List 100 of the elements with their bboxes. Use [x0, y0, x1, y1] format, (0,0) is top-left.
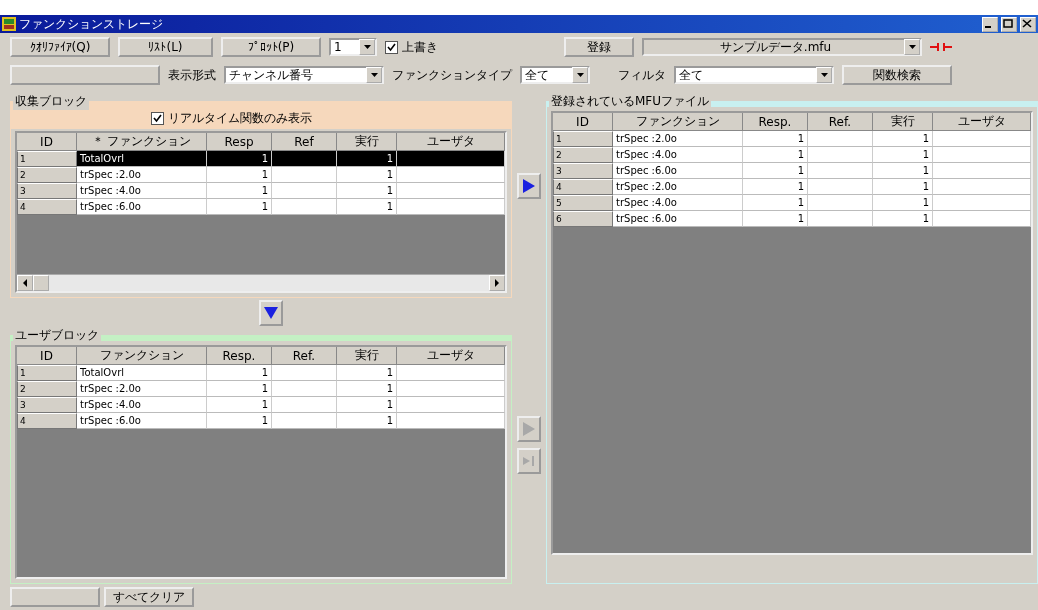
table-cell	[272, 167, 337, 183]
toolbar-button[interactable]: ｸｵﾘﾌｧｲｱ(Q)	[10, 37, 110, 57]
row-header[interactable]: 1	[17, 151, 77, 167]
minimize-button[interactable]	[982, 16, 998, 32]
close-button[interactable]	[1020, 16, 1036, 32]
table-cell	[808, 163, 873, 179]
row-header[interactable]: 3	[17, 397, 77, 413]
row-header[interactable]: 2	[17, 381, 77, 397]
row-header[interactable]: 5	[553, 195, 613, 211]
column-header[interactable]: ユーザタ	[933, 113, 1031, 131]
function-type-select[interactable]: 全て	[520, 66, 590, 84]
row-header[interactable]: 1	[17, 365, 77, 381]
dropdown-arrow-icon[interactable]	[576, 73, 584, 77]
row-header[interactable]: 3	[17, 183, 77, 199]
table-cell: 1	[743, 163, 808, 179]
panel-title: 登録されているMFUファイル	[549, 93, 712, 110]
column-header[interactable]: ID	[553, 113, 613, 131]
maximize-icon	[1002, 17, 1014, 29]
table-cell	[272, 183, 337, 199]
dropdown-arrow-icon[interactable]	[370, 73, 378, 77]
column-header[interactable]: ID	[17, 133, 77, 151]
table-cell: 1	[337, 381, 397, 397]
table-cell	[272, 199, 337, 215]
toolbar-button[interactable]: ﾌﾟﾛｯﾄ(P)	[221, 37, 321, 57]
right-arrow-icon	[523, 179, 535, 193]
table-cell: 1	[743, 211, 808, 227]
table-cell: trSpec :4.0o	[613, 147, 743, 163]
row-header[interactable]: 4	[17, 199, 77, 215]
dropdown-arrow-icon[interactable]	[363, 45, 371, 49]
minimize-icon	[985, 25, 991, 28]
table-cell: trSpec :6.0o	[77, 199, 207, 215]
row-header[interactable]: 4	[17, 413, 77, 429]
table-cell: 1	[207, 365, 272, 381]
column-header[interactable]: Ref.	[808, 113, 873, 131]
plot-number-select[interactable]: 1	[329, 38, 377, 56]
table-cell: 1	[873, 195, 933, 211]
table-cell	[808, 211, 873, 227]
search-button[interactable]: 関数検索	[842, 65, 952, 85]
checkbox[interactable]	[151, 111, 164, 125]
column-header[interactable]: ファンクション	[613, 113, 743, 131]
table-cell	[272, 397, 337, 413]
move-down-button[interactable]	[259, 299, 283, 326]
column-header[interactable]: 実行	[337, 347, 397, 365]
column-header[interactable]: ユーザタ	[397, 133, 505, 151]
transfer-button[interactable]	[517, 173, 541, 199]
column-header[interactable]: Resp.	[207, 347, 272, 365]
row-header[interactable]: 4	[553, 179, 613, 195]
table-cell: trSpec :6.0o	[77, 413, 207, 429]
scroll-thumb[interactable]	[33, 275, 49, 291]
table-cell: 1	[873, 131, 933, 147]
table-cell: 1	[207, 151, 272, 167]
panel-title: ユーザブロック	[13, 327, 101, 344]
row-header[interactable]: 3	[553, 163, 613, 179]
clear-all-button[interactable]: すべてクリア	[104, 587, 194, 607]
table-cell: 1	[743, 195, 808, 211]
table-cell	[808, 195, 873, 211]
column-header[interactable]: 実行	[337, 133, 397, 151]
table-cell: 1	[337, 167, 397, 183]
checkbox-label: 上書き	[402, 38, 438, 56]
display-format-select[interactable]: チャンネル番号	[224, 66, 384, 84]
column-header[interactable]: Resp	[207, 133, 272, 151]
left-arrow-icon[interactable]	[22, 279, 28, 287]
table-cell: 1	[207, 413, 272, 429]
table-cell: 1	[873, 163, 933, 179]
table-cell: 1	[207, 199, 272, 215]
arrow-to-bar-icon	[523, 455, 535, 467]
column-header[interactable]: ID	[17, 347, 77, 365]
row-header[interactable]: 2	[17, 167, 77, 183]
row-header[interactable]: 1	[553, 131, 613, 147]
table-cell: trSpec :4.0o	[77, 397, 207, 413]
close-icon	[1021, 17, 1033, 29]
plug-icon[interactable]	[930, 42, 952, 52]
column-header[interactable]: Ref	[272, 133, 337, 151]
column-header[interactable]: Ref.	[272, 347, 337, 365]
right-arrow-icon[interactable]	[494, 279, 500, 287]
table-cell: 1	[207, 397, 272, 413]
table-cell: 1	[873, 179, 933, 195]
table-cell: 1	[337, 365, 397, 381]
column-header[interactable]: ＊ ファンクション	[77, 133, 207, 151]
dropdown-arrow-icon[interactable]	[908, 45, 916, 49]
maximize-button[interactable]	[1001, 16, 1017, 32]
column-header[interactable]: 実行	[873, 113, 933, 131]
row-header[interactable]: 2	[553, 147, 613, 163]
dropdown-arrow-icon[interactable]	[820, 73, 828, 77]
table-cell: 1	[337, 397, 397, 413]
column-header[interactable]: ユーザタ	[397, 347, 505, 365]
column-header[interactable]: Resp.	[743, 113, 808, 131]
row-header[interactable]: 6	[553, 211, 613, 227]
filter-select[interactable]: 全て	[674, 66, 834, 84]
table-cell: trSpec :4.0o	[77, 183, 207, 199]
column-header[interactable]: ファンクション	[77, 347, 207, 365]
horizontal-scrollbar[interactable]	[17, 274, 505, 291]
register-button[interactable]: 登録	[564, 37, 634, 57]
file-select[interactable]: サンプルデータ.mfu	[642, 38, 922, 56]
table-cell	[808, 179, 873, 195]
table-cell: trSpec :4.0o	[613, 195, 743, 211]
toolbar-button[interactable]: ﾘｽﾄ(L)	[118, 37, 213, 57]
checkbox[interactable]	[385, 40, 398, 54]
table-cell: 1	[207, 381, 272, 397]
table-cell: 1	[873, 211, 933, 227]
